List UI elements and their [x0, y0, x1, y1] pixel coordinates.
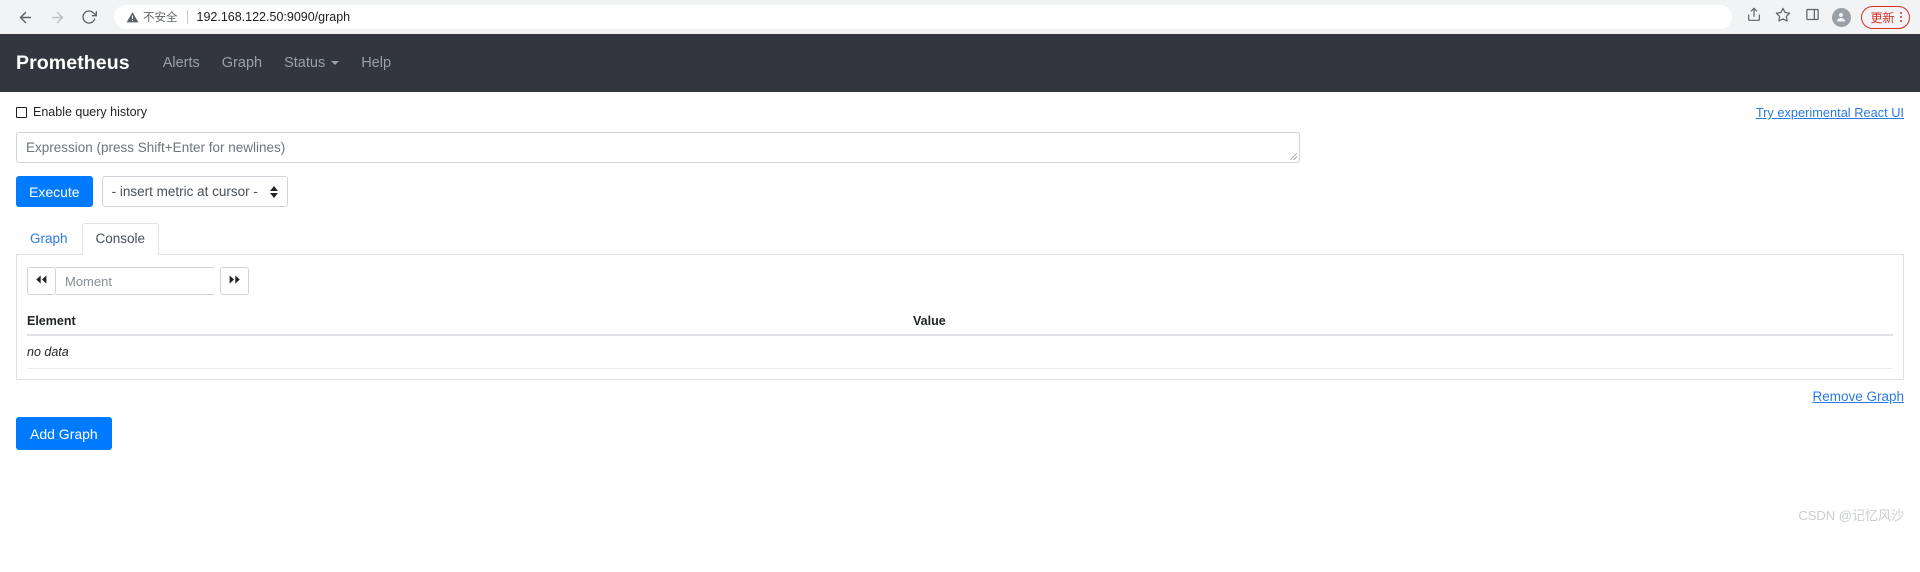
tab-console[interactable]: Console [81, 223, 160, 256]
table-header-row: Element Value [27, 314, 1893, 337]
nav-label-help: Help [361, 55, 392, 71]
side-panel-button[interactable] [1798, 3, 1826, 31]
select-arrows-icon [269, 185, 278, 198]
nav-item-help[interactable]: Help [350, 49, 402, 77]
column-header-element: Element [27, 314, 76, 329]
nav-label-status: Status [284, 55, 326, 71]
update-label: 更新 [1870, 10, 1895, 25]
bookmark-button[interactable] [1769, 3, 1797, 31]
nav-item-graph[interactable]: Graph [211, 49, 273, 77]
double-chevron-right-icon [228, 274, 241, 288]
profile-avatar-icon [1831, 7, 1851, 27]
empty-state-text: no data [27, 345, 1893, 370]
chevron-down-icon [331, 61, 340, 65]
share-button[interactable] [1740, 3, 1768, 31]
nav-item-status[interactable]: Status [273, 49, 350, 77]
page-content: Enable query history Try experimental Re… [0, 92, 1920, 523]
arrow-left-icon [17, 9, 34, 26]
url-text: 192.168.122.50:9090/graph [196, 10, 351, 24]
table-body: no data [27, 336, 1893, 370]
nav-item-alerts[interactable]: Alerts [152, 49, 211, 77]
moment-input[interactable]: Moment [56, 267, 214, 296]
nav-label-alerts: Alerts [162, 55, 200, 71]
execute-button[interactable]: Execute [16, 176, 93, 207]
tab-graph[interactable]: Graph [16, 223, 82, 255]
add-graph-row: Add Graph [16, 417, 1904, 451]
double-chevron-left-icon [35, 274, 48, 288]
result-table: Element Value no data [27, 314, 1893, 370]
kebab-menu-icon[interactable] [1898, 11, 1905, 23]
try-react-ui-link[interactable]: Try experimental React UI [1756, 105, 1904, 120]
navbar-links: Alerts Graph Status Help [152, 49, 402, 77]
console-panel: Moment Element Value no data [16, 255, 1904, 381]
column-header-value: Value [913, 314, 946, 329]
query-options-row: Enable query history Try experimental Re… [16, 92, 1904, 120]
moment-prev-button[interactable] [27, 267, 56, 296]
update-button[interactable]: 更新 [1861, 5, 1910, 29]
expression-input[interactable]: Expression (press Shift+Enter for newlin… [16, 132, 1300, 163]
nav-label-graph: Graph [221, 55, 263, 71]
security-label: 不安全 [143, 12, 178, 24]
add-graph-button[interactable]: Add Graph [16, 417, 112, 451]
security-indicator[interactable]: 不安全 [126, 9, 178, 25]
watermark-text: CSDN @记忆风沙 [1798, 508, 1904, 524]
query-controls: Execute - insert metric at cursor - [16, 176, 1904, 207]
insert-metric-select[interactable]: - insert metric at cursor - [101, 176, 288, 207]
insert-metric-value: - insert metric at cursor - [111, 184, 258, 199]
reload-button[interactable] [74, 2, 104, 32]
expression-area: Expression (press Shift+Enter for newlin… [16, 132, 1904, 163]
moment-controls: Moment [27, 267, 1893, 296]
star-icon [1775, 7, 1791, 28]
profile-button[interactable] [1827, 3, 1855, 31]
arrow-right-icon [49, 9, 66, 26]
share-icon [1746, 7, 1762, 28]
omnibox-divider [186, 10, 188, 24]
brand-logo[interactable]: Prometheus [16, 52, 130, 75]
result-tabs: Graph Console [16, 223, 1904, 256]
back-button[interactable] [10, 2, 40, 32]
warning-triangle-icon [126, 11, 139, 24]
browser-toolbar: 不安全 192.168.122.50:9090/graph 更新 [0, 0, 1920, 34]
prometheus-navbar: Prometheus Alerts Graph Status Help [0, 34, 1920, 92]
side-panel-icon [1805, 7, 1820, 27]
forward-button[interactable] [42, 2, 72, 32]
remove-graph-link[interactable]: Remove Graph [1812, 389, 1904, 404]
reload-icon [81, 9, 97, 25]
browser-action-icons: 更新 [1740, 3, 1910, 31]
moment-next-button[interactable] [220, 267, 249, 296]
query-history-label: Enable query history [33, 105, 147, 119]
enable-query-history-control[interactable]: Enable query history [16, 105, 147, 119]
query-history-checkbox[interactable] [16, 106, 27, 118]
address-bar[interactable]: 不安全 192.168.122.50:9090/graph [114, 5, 1733, 29]
remove-graph-row: Remove Graph [16, 389, 1904, 404]
